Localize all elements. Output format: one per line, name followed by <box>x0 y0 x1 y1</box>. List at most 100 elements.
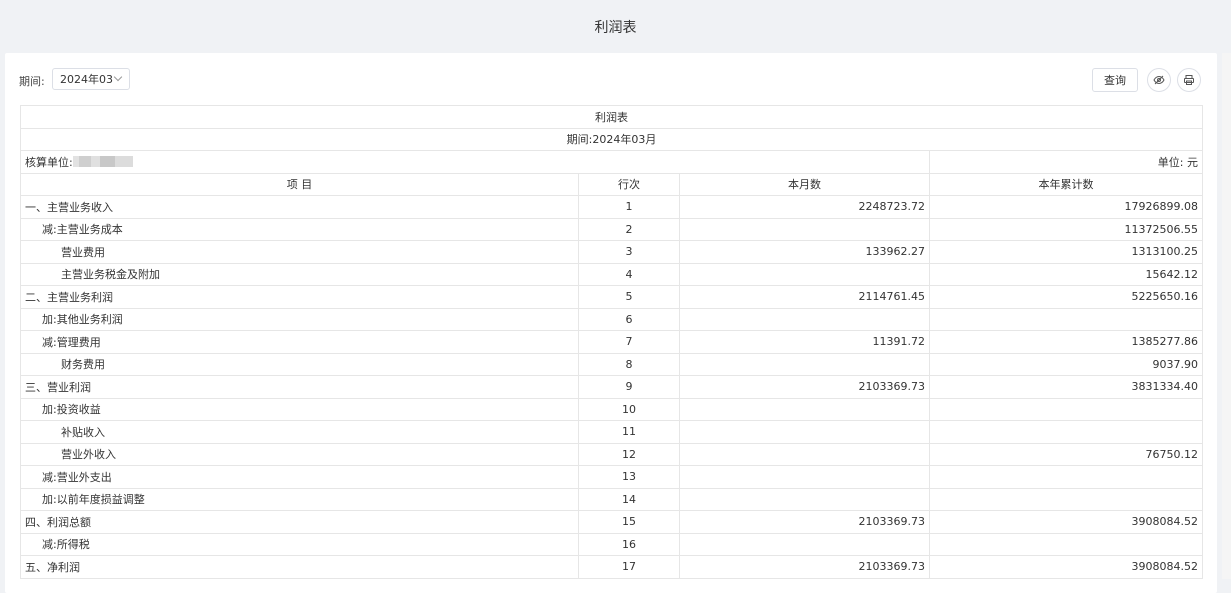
row-line-number: 11 <box>578 420 680 444</box>
row-month-amount: 2103369.73 <box>679 555 930 579</box>
table-row: 三、营业利润 9 2103369.73 3831334.40 <box>20 375 1203 399</box>
row-item: 减:管理费用 <box>20 330 579 354</box>
period-select-value: 2024年03 <box>60 73 113 86</box>
row-month-amount <box>679 397 930 421</box>
page-title: 利润表 <box>594 20 637 36</box>
table-row: 补贴收入 11 <box>20 420 1203 444</box>
page-header: 利润表 <box>0 0 1231 54</box>
row-month-amount: 2103369.73 <box>679 510 930 534</box>
row-month-amount: 2114761.45 <box>679 285 930 309</box>
row-item: 减:营业外支出 <box>20 465 579 489</box>
row-ytd-amount: 17926899.08 <box>929 195 1203 219</box>
row-ytd-amount <box>929 420 1203 444</box>
row-line-number: 6 <box>578 307 680 331</box>
row-ytd-amount: 9037.90 <box>929 352 1203 376</box>
row-ytd-amount <box>929 487 1203 511</box>
report-meta-row: 核算单位: 单位: 元 <box>20 150 1203 174</box>
row-item: 一、主营业务收入 <box>20 195 579 219</box>
row-month-amount <box>679 352 930 376</box>
currency-unit: 单位: 元 <box>929 150 1203 174</box>
eye-off-icon <box>1153 75 1165 85</box>
row-line-number: 1 <box>578 195 680 219</box>
row-item: 加:投资收益 <box>20 397 579 421</box>
row-item: 二、主营业务利润 <box>20 285 579 309</box>
report-title-row: 利润表 <box>20 105 1203 129</box>
row-ytd-amount: 15642.12 <box>929 262 1203 286</box>
table-row: 营业费用 3 133962.27 1313100.25 <box>20 240 1203 264</box>
row-ytd-amount <box>929 397 1203 421</box>
accounting-unit-label: 核算单位: <box>25 155 73 169</box>
page-scrollbar[interactable] <box>1222 53 1231 579</box>
query-button[interactable]: 查询 <box>1092 68 1138 92</box>
column-header-ytd: 本年累计数 <box>929 172 1203 196</box>
row-line-number: 10 <box>578 397 680 421</box>
accounting-unit-cell: 核算单位: <box>20 150 930 174</box>
table-row: 四、利润总额 15 2103369.73 3908084.52 <box>20 510 1203 534</box>
column-header-row: 项 目 行次 本月数 本年累计数 <box>20 172 1203 196</box>
row-line-number: 8 <box>578 352 680 376</box>
row-month-amount: 2248723.72 <box>679 195 930 219</box>
row-ytd-amount <box>929 307 1203 331</box>
row-item: 四、利润总额 <box>20 510 579 534</box>
table-row: 减:所得税 16 <box>20 532 1203 556</box>
row-line-number: 13 <box>578 465 680 489</box>
row-month-amount <box>679 442 930 466</box>
row-ytd-amount: 11372506.55 <box>929 217 1203 241</box>
table-row: 五、净利润 17 2103369.73 3908084.52 <box>20 555 1203 579</box>
row-month-amount <box>679 262 930 286</box>
print-button[interactable] <box>1177 68 1201 92</box>
row-item: 营业外收入 <box>20 442 579 466</box>
row-line-number: 3 <box>578 240 680 264</box>
row-line-number: 2 <box>578 217 680 241</box>
row-ytd-amount: 76750.12 <box>929 442 1203 466</box>
table-row: 加:其他业务利润 6 <box>20 307 1203 331</box>
hide-toggle-button[interactable] <box>1147 68 1171 92</box>
row-item: 主营业务税金及附加 <box>20 262 579 286</box>
column-header-month: 本月数 <box>679 172 930 196</box>
row-month-amount <box>679 307 930 331</box>
row-item: 加:其他业务利润 <box>20 307 579 331</box>
row-item: 营业费用 <box>20 240 579 264</box>
report-period: 期间:2024年03月 <box>20 127 1203 151</box>
row-item: 三、营业利润 <box>20 375 579 399</box>
row-month-amount <box>679 465 930 489</box>
column-header-line: 行次 <box>578 172 680 196</box>
row-line-number: 15 <box>578 510 680 534</box>
row-line-number: 14 <box>578 487 680 511</box>
chevron-down-icon <box>113 72 123 82</box>
report-period-row: 期间:2024年03月 <box>20 127 1203 151</box>
table-row: 减:主营业务成本 2 11372506.55 <box>20 217 1203 241</box>
row-month-amount: 2103369.73 <box>679 375 930 399</box>
table-row: 主营业务税金及附加 4 15642.12 <box>20 262 1203 286</box>
row-line-number: 4 <box>578 262 680 286</box>
report-card: 期间: 2024年03 查询 利润表 期间:2024年03月 核算单位: 单位:… <box>5 53 1217 593</box>
table-row: 加:以前年度损益调整 14 <box>20 487 1203 511</box>
row-item: 补贴收入 <box>20 420 579 444</box>
row-item: 财务费用 <box>20 352 579 376</box>
row-item: 减:主营业务成本 <box>20 217 579 241</box>
row-month-amount <box>679 217 930 241</box>
row-item: 加:以前年度损益调整 <box>20 487 579 511</box>
row-month-amount: 133962.27 <box>679 240 930 264</box>
row-ytd-amount: 5225650.16 <box>929 285 1203 309</box>
row-ytd-amount: 3908084.52 <box>929 555 1203 579</box>
row-ytd-amount <box>929 465 1203 489</box>
row-line-number: 17 <box>578 555 680 579</box>
table-row: 营业外收入 12 76750.12 <box>20 442 1203 466</box>
row-line-number: 7 <box>578 330 680 354</box>
row-month-amount <box>679 487 930 511</box>
row-ytd-amount: 3831334.40 <box>929 375 1203 399</box>
period-label: 期间: <box>19 75 45 88</box>
table-row: 一、主营业务收入 1 2248723.72 17926899.08 <box>20 195 1203 219</box>
column-header-item: 项 目 <box>20 172 579 196</box>
period-select[interactable]: 2024年03 <box>52 68 130 90</box>
row-item: 五、净利润 <box>20 555 579 579</box>
row-line-number: 5 <box>578 285 680 309</box>
table-row: 减:管理费用 7 11391.72 1385277.86 <box>20 330 1203 354</box>
row-line-number: 16 <box>578 532 680 556</box>
toolbar: 期间: 2024年03 查询 <box>19 68 1203 92</box>
row-ytd-amount: 3908084.52 <box>929 510 1203 534</box>
row-ytd-amount: 1313100.25 <box>929 240 1203 264</box>
redacted-unit-name <box>72 155 133 167</box>
table-row: 二、主营业务利润 5 2114761.45 5225650.16 <box>20 285 1203 309</box>
